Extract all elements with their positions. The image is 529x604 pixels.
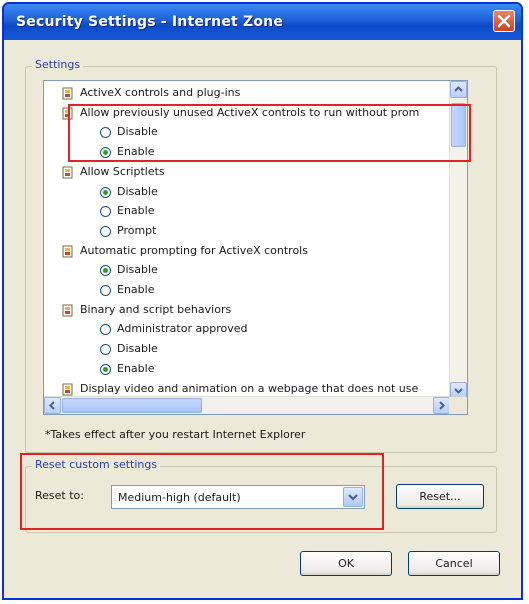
highlight-box-reset (20, 453, 384, 530)
reset-button[interactable]: Reset... (396, 484, 484, 509)
settings-legend: Settings (32, 58, 84, 71)
radio-unselected[interactable] (100, 344, 111, 356)
title-bar[interactable]: Security Settings - Internet Zone (4, 4, 521, 40)
scroll-right-button[interactable] (433, 397, 450, 414)
chevron-left-icon (49, 401, 55, 410)
window-title: Security Settings - Internet Zone (16, 14, 284, 30)
scroll-left-button[interactable] (44, 397, 61, 414)
highlight-box-activex (68, 104, 471, 162)
setting-option-label: Prompt (117, 223, 157, 237)
radio-unselected[interactable] (100, 285, 111, 296)
setting-category-label: ActiveX controls and plug-ins (80, 86, 241, 99)
settings-page-icon (62, 245, 74, 258)
radio-selected[interactable] (100, 363, 111, 375)
setting-option-label: Enable (117, 283, 155, 296)
setting-option-label: Disable (117, 263, 158, 277)
chevron-up-icon (454, 86, 463, 92)
chevron-down-icon (454, 388, 463, 394)
settings-page-icon (62, 87, 74, 100)
settings-page-icon (62, 166, 74, 179)
setting-category-label: Display video and animation on a webpage… (80, 381, 419, 395)
close-button[interactable] (493, 10, 515, 32)
setting-category-label: Allow Scriptlets (80, 164, 165, 178)
setting-category-label: Automatic prompting for ActiveX controls (80, 243, 308, 257)
close-icon (497, 14, 511, 28)
restart-note: *Takes effect after you restart Internet… (45, 428, 306, 441)
radio-selected[interactable] (100, 265, 111, 277)
radio-unselected[interactable] (100, 324, 111, 336)
scroll-corner (449, 397, 467, 414)
radio-selected[interactable] (100, 186, 111, 198)
horizontal-scroll-thumb[interactable] (62, 398, 202, 413)
scroll-up-button[interactable] (450, 81, 467, 98)
setting-option-label: Enable (117, 361, 155, 375)
setting-category-label: Binary and script behaviors (80, 302, 232, 316)
setting-option-label: Disable (117, 342, 158, 356)
radio-unselected[interactable] (100, 206, 111, 218)
setting-option-label: Disable (117, 184, 158, 198)
ok-button[interactable]: OK (300, 551, 392, 576)
cancel-button[interactable]: Cancel (408, 551, 500, 576)
setting-option-label: Enable (117, 204, 155, 218)
radio-unselected[interactable] (100, 225, 111, 237)
setting-option-label: Administrator approved (117, 322, 248, 336)
chevron-right-icon (439, 401, 445, 410)
horizontal-scrollbar[interactable] (44, 396, 450, 414)
settings-page-icon (62, 304, 74, 317)
settings-page-icon (62, 383, 74, 396)
